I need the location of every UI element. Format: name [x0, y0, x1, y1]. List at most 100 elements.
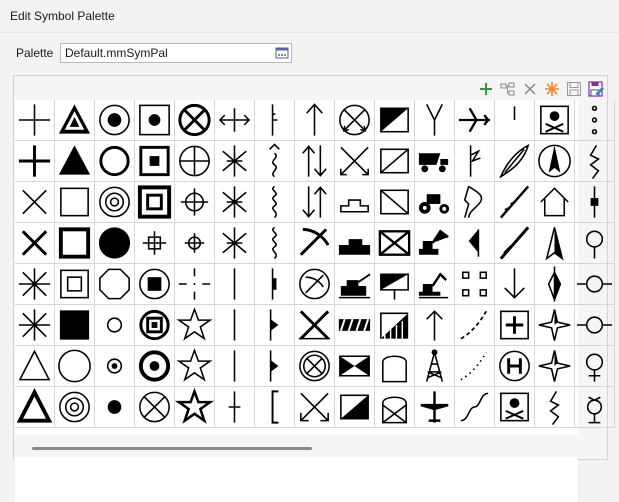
- symbol-cell-circle-plus[interactable]: [175, 141, 215, 182]
- symbol-cell-square-bold-dot[interactable]: [135, 141, 175, 182]
- asterisk-new-icon[interactable]: [543, 80, 561, 98]
- symbol-cell-skull-box[interactable]: [535, 100, 575, 141]
- symbol-cell-square-ring[interactable]: [135, 182, 175, 223]
- symbol-cell-female[interactable]: [575, 346, 615, 387]
- add-icon[interactable]: [477, 80, 495, 98]
- symbol-cell-arch[interactable]: [375, 346, 415, 387]
- symbol-cell-square-half-fill[interactable]: [375, 100, 415, 141]
- symbol-cell-hatch-square[interactable]: [375, 305, 415, 346]
- symbol-cell-plane-top[interactable]: [415, 387, 455, 428]
- symbol-cell-excavator-small[interactable]: [415, 264, 455, 305]
- palette-input[interactable]: [61, 44, 266, 62]
- save-edit-icon[interactable]: [587, 80, 605, 98]
- symbol-cell-star-outline[interactable]: [175, 305, 215, 346]
- symbol-cell-star-burst[interactable]: [215, 223, 255, 264]
- symbol-cell-triangle-filled[interactable]: [55, 141, 95, 182]
- symbol-cell-x-arrows-down[interactable]: [295, 387, 335, 428]
- symbol-cell-square-in-square[interactable]: [55, 264, 95, 305]
- symbol-cell-compass-star[interactable]: [535, 305, 575, 346]
- symbol-cell-circle-ring[interactable]: [95, 182, 135, 223]
- symbol-cell-arrow-flow[interactable]: [455, 182, 495, 223]
- symbol-cell-star-thin[interactable]: [174, 387, 215, 428]
- symbol-cell-excavator[interactable]: [415, 223, 455, 264]
- symbol-cell-x-bold[interactable]: [15, 223, 55, 264]
- symbol-cell-square-outline[interactable]: [55, 182, 95, 223]
- horizontal-scrollbar[interactable]: [15, 435, 606, 457]
- symbol-cell-north-star[interactable]: [535, 264, 575, 305]
- symbol-cell-triangle-outline[interactable]: [15, 346, 55, 387]
- symbol-cell-feather-line[interactable]: [495, 182, 535, 223]
- symbol-cell-plus-box[interactable]: [495, 305, 535, 346]
- symbol-cell-tank-flag[interactable]: [335, 264, 375, 305]
- symbol-cell-arch-x[interactable]: [375, 387, 415, 428]
- symbol-cell-double-arrow-up-down[interactable]: [295, 141, 335, 182]
- symbol-cell-airplane[interactable]: [455, 100, 495, 141]
- symbol-cell-building-filled[interactable]: [335, 223, 375, 264]
- symbol-cell-circle-pin-top[interactable]: [575, 387, 615, 428]
- symbol-cell-squiggle[interactable]: [255, 182, 295, 223]
- symbol-cell-dotted-curve[interactable]: [455, 346, 495, 387]
- symbol-cell-x-arrows[interactable]: [335, 141, 375, 182]
- symbol-cell-circle-line[interactable]: [575, 305, 615, 346]
- group-icon[interactable]: [499, 80, 517, 98]
- symbol-cell-asterisk[interactable]: [15, 264, 55, 305]
- symbol-cell-zigzag[interactable]: [535, 387, 575, 428]
- symbol-cell-house-outline[interactable]: [535, 182, 575, 223]
- symbol-cell-flag-tri[interactable]: [255, 346, 295, 387]
- symbol-cell-arrow-up[interactable]: [295, 100, 335, 141]
- symbol-cell-circle-outline[interactable]: [55, 346, 95, 387]
- symbol-cell-square-corners[interactable]: [455, 264, 495, 305]
- symbol-cell-x-bold-arrows[interactable]: [295, 305, 335, 346]
- symbol-cell-bowtie[interactable]: [335, 346, 375, 387]
- symbol-cell-circle-x[interactable]: [175, 100, 215, 141]
- symbol-cell-staff-tick[interactable]: [255, 100, 295, 141]
- symbol-cell-crosshair[interactable]: [175, 182, 215, 223]
- symbol-cell-triangle-in-triangle[interactable]: [55, 100, 95, 141]
- symbol-cell-star-burst[interactable]: [215, 141, 255, 182]
- symbol-cell-north-arrow-circle[interactable]: [535, 141, 575, 182]
- symbol-cell-circle-x-outline[interactable]: [295, 346, 335, 387]
- symbol-cell-dots-vertical[interactable]: [575, 100, 615, 141]
- symbol-cell-crosshair-small[interactable]: [175, 223, 215, 264]
- symbol-cell-tick-small[interactable]: [495, 100, 535, 141]
- palette-field[interactable]: [60, 43, 292, 63]
- symbol-cell-circle-filled[interactable]: [95, 223, 135, 264]
- symbol-cell-dump-truck[interactable]: [415, 141, 455, 182]
- symbol-cell-y-fork[interactable]: [415, 100, 455, 141]
- symbol-cell-square-dot[interactable]: [135, 100, 175, 141]
- symbol-cell-arrow-up-v[interactable]: [415, 305, 455, 346]
- symbol-cell-wavy-arrow[interactable]: [255, 141, 295, 182]
- symbol-cell-circle-x-arrows[interactable]: [335, 100, 375, 141]
- symbol-cell-lightning-flag[interactable]: [455, 141, 495, 182]
- symbol-cell-bowtie-half[interactable]: [455, 223, 495, 264]
- symbol-cell-square-half-diag[interactable]: [335, 387, 375, 428]
- symbol-cell-circle-square-bold[interactable]: [135, 305, 175, 346]
- symbol-cell-circle-dot-small[interactable]: [95, 346, 135, 387]
- symbol-cell-cross[interactable]: [15, 100, 55, 141]
- symbol-cell-zigzag[interactable]: [575, 141, 615, 182]
- symbol-cell-flag-square[interactable]: [375, 264, 415, 305]
- symbol-cell-octagon[interactable]: [95, 264, 135, 305]
- symbol-cell-circle-line[interactable]: [575, 264, 615, 305]
- symbol-cell-bracket[interactable]: [255, 387, 295, 428]
- symbol-cell-building-outline[interactable]: [335, 182, 375, 223]
- symbol-cell-vertical-line[interactable]: [215, 346, 255, 387]
- symbol-cell-circle-small[interactable]: [95, 305, 135, 346]
- symbol-cell-vertical-line[interactable]: [215, 305, 255, 346]
- symbol-cell-cross-dashed[interactable]: [175, 264, 215, 305]
- symbol-cell-tower[interactable]: [415, 346, 455, 387]
- symbol-cell-circle-pin[interactable]: [575, 223, 615, 264]
- symbol-cell-bar-tick[interactable]: [575, 182, 615, 223]
- symbol-cell-squiggle[interactable]: [255, 223, 295, 264]
- symbol-cell-circle-bold[interactable]: [95, 141, 135, 182]
- symbol-cell-cross-bold[interactable]: [15, 141, 55, 182]
- symbol-cell-h-box[interactable]: [495, 346, 535, 387]
- scrollbar-thumb[interactable]: [32, 447, 312, 450]
- symbol-cell-star-burst[interactable]: [215, 182, 255, 223]
- symbol-cell-tractor[interactable]: [415, 182, 455, 223]
- symbol-cell-compass-star[interactable]: [535, 346, 575, 387]
- symbol-cell-curve-s[interactable]: [455, 387, 495, 428]
- symbol-cell-dashed-curve[interactable]: [455, 305, 495, 346]
- symbol-cell-square-x[interactable]: [375, 223, 415, 264]
- symbol-cell-star-outline[interactable]: [175, 346, 215, 387]
